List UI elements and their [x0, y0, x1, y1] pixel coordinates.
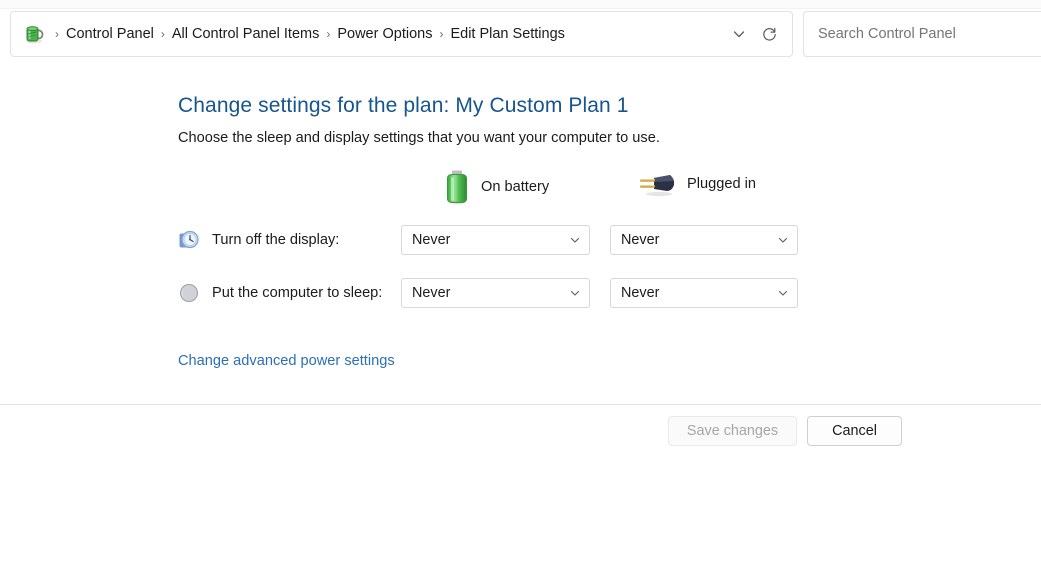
- page-title: Change settings for the plan: My Custom …: [178, 94, 629, 117]
- dropdown-sleep-plugged-in[interactable]: Never: [610, 278, 798, 308]
- setting-row-put-computer-to-sleep: Put the computer to sleep:: [178, 282, 382, 304]
- breadcrumb-separator-2: ›: [326, 27, 331, 41]
- display-clock-icon: [178, 229, 200, 251]
- breadcrumb: › Control Panel › All Control Panel Item…: [53, 23, 724, 45]
- column-label-plugged-in: Plugged in: [687, 176, 756, 192]
- column-label-on-battery: On battery: [481, 179, 550, 195]
- save-changes-button[interactable]: Save changes: [668, 416, 797, 446]
- dropdown-value: Never: [621, 232, 660, 248]
- power-plug-icon: [637, 170, 677, 198]
- power-options-icon: [23, 23, 45, 45]
- dropdown-value: Never: [412, 285, 451, 301]
- change-advanced-power-settings-link[interactable]: Change advanced power settings: [178, 353, 395, 369]
- dropdown-turn-off-display-on-battery[interactable]: Never: [401, 225, 590, 255]
- control-panel-window: › Control Panel › All Control Panel Item…: [0, 0, 1041, 587]
- breadcrumb-item-all-control-panel-items[interactable]: All Control Panel Items: [167, 23, 324, 45]
- breadcrumb-separator-3: ›: [439, 27, 444, 41]
- search-input[interactable]: [816, 25, 1041, 43]
- breadcrumb-separator-0: ›: [55, 27, 59, 41]
- chevron-down-icon: [775, 232, 791, 248]
- setting-label-put-computer-to-sleep: Put the computer to sleep:: [212, 285, 383, 301]
- cancel-button[interactable]: Cancel: [807, 416, 902, 446]
- chevron-down-icon[interactable]: [724, 19, 754, 49]
- dropdown-sleep-on-battery[interactable]: Never: [401, 278, 590, 308]
- chevron-down-icon: [775, 285, 791, 301]
- battery-icon: [443, 170, 471, 205]
- main-content: Change settings for the plan: My Custom …: [0, 66, 1041, 404]
- column-header-plugged-in: Plugged in: [637, 170, 756, 198]
- breadcrumb-item-power-options[interactable]: Power Options: [332, 23, 437, 45]
- sleep-moon-icon: [178, 282, 200, 304]
- page-subtitle: Choose the sleep and display settings th…: [178, 130, 660, 146]
- breadcrumb-item-control-panel[interactable]: Control Panel: [61, 23, 159, 45]
- breadcrumb-item-edit-plan-settings[interactable]: Edit Plan Settings: [445, 23, 569, 45]
- column-header-on-battery: On battery: [443, 170, 550, 205]
- address-bar[interactable]: › Control Panel › All Control Panel Item…: [10, 11, 793, 57]
- dropdown-turn-off-display-plugged-in[interactable]: Never: [610, 225, 798, 255]
- search-control-panel-box[interactable]: [803, 11, 1041, 57]
- setting-row-turn-off-display: Turn off the display:: [178, 229, 339, 251]
- dropdown-value: Never: [412, 232, 451, 248]
- setting-label-turn-off-display: Turn off the display:: [212, 232, 340, 248]
- chevron-down-icon: [567, 232, 583, 248]
- breadcrumb-separator-1: ›: [160, 27, 165, 41]
- refresh-icon[interactable]: [754, 19, 784, 49]
- footer-bar: Save changes Cancel: [0, 405, 1041, 465]
- window-top-strip: [0, 0, 1041, 9]
- dropdown-value: Never: [621, 285, 660, 301]
- chevron-down-icon: [567, 285, 583, 301]
